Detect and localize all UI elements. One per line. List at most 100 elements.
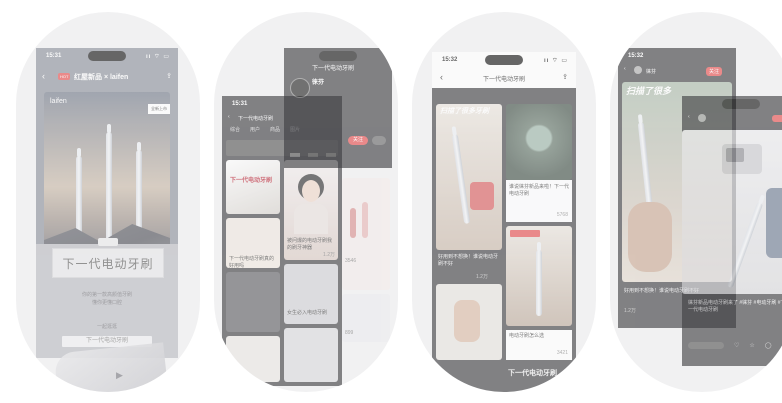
avatar[interactable] xyxy=(698,114,706,122)
follow-button[interactable]: 关注 xyxy=(705,67,722,76)
caption-1: 好用到不想换！谁说电动牙刷不好 xyxy=(438,254,499,267)
screen-1: 15:31 ıı ⌔ ▭ ‹ HOT 红屋新品 × laifen ⇪ laife… xyxy=(36,48,178,358)
tile-caption-card[interactable]: 谁说徕芬新品来啦！下一代电动牙刷 5768 xyxy=(506,180,572,222)
follow-button-front[interactable] xyxy=(772,115,782,122)
back-icon[interactable]: ‹ xyxy=(624,66,626,72)
status-bar: 15:32 xyxy=(618,48,736,64)
feed-banner-tile[interactable]: 下一代电动牙刷 xyxy=(226,160,280,214)
hand-shape xyxy=(628,202,672,272)
tab-users[interactable]: 用户 xyxy=(250,126,260,136)
tab-likes[interactable] xyxy=(326,153,336,157)
feed-product-tile[interactable]: 下一代电动牙刷真的好用吗 xyxy=(226,218,280,268)
avatar[interactable] xyxy=(634,66,642,74)
status-bar xyxy=(682,96,782,112)
toothbrush xyxy=(726,201,764,289)
feed-title: 下一代电动牙刷 xyxy=(238,116,274,122)
comment-input[interactable] xyxy=(688,342,724,349)
brand-header: ‹ HOT 红屋新品 × laifen ⇪ xyxy=(36,66,178,88)
profile-tabs xyxy=(284,150,392,160)
dynamic-island xyxy=(722,99,760,109)
back-icon[interactable]: ‹ xyxy=(228,114,230,120)
hot-badge: HOT xyxy=(58,73,71,80)
red-tag xyxy=(510,230,540,237)
tab-products[interactable]: 商品 xyxy=(270,126,280,136)
tile-brush-2[interactable] xyxy=(506,226,572,326)
post-header: ‹ 徕芬 关注 xyxy=(618,64,736,78)
back-icon[interactable]: ‹ xyxy=(688,114,690,120)
tile-hand[interactable] xyxy=(436,284,502,360)
subtitle-line-1: 你的第一款高颜值牙刷 xyxy=(81,292,132,298)
star-icon[interactable]: ☆ xyxy=(749,342,754,352)
pink-brush-1 xyxy=(350,208,356,238)
feed-tile-6[interactable] xyxy=(284,328,338,382)
post-header: ‹ xyxy=(682,112,782,126)
dynamic-island xyxy=(88,51,126,61)
phone-frame-3: 15:32 ıı ⌔ ▭ ‹ 下一代电动牙刷 ⇪ 扫描了很多牙刷 好用到不想换！… xyxy=(412,12,596,392)
feed-tile-4[interactable]: 女生必入电动牙刷 xyxy=(284,264,338,324)
screen-2-profile: 下一代电动牙刷 徕芬 关注 xyxy=(284,48,392,168)
bottom-banner-text: 下一代电动牙刷 xyxy=(508,370,557,377)
status-time: 15:31 xyxy=(46,53,62,59)
share-icon[interactable]: ⇪ xyxy=(166,72,172,80)
status-icons: ıı ⌔ ▭ xyxy=(146,54,170,60)
status-time: 15:32 xyxy=(628,53,644,59)
tile-brush-heading[interactable]: 扫描了很多牙刷 xyxy=(436,104,502,250)
tab-all[interactable]: 综合 xyxy=(230,126,240,136)
feed-tile-5[interactable] xyxy=(226,336,280,382)
feed-banner-text: 下一代电动牙刷 xyxy=(230,178,273,184)
status-bar: 15:32 ıı ⌔ ▭ xyxy=(432,52,576,68)
status-bar xyxy=(284,48,392,64)
author-name: 徕芬 xyxy=(646,69,657,75)
back-icon[interactable]: ‹ xyxy=(42,71,45,81)
like-count-1: 1.2万 xyxy=(323,252,335,258)
like-count-3: 899 xyxy=(345,330,354,336)
like-count: 1.2万 xyxy=(624,308,636,314)
status-time: 15:32 xyxy=(442,57,458,63)
dynamic-island xyxy=(319,51,357,61)
comment-icon[interactable]: ◯ xyxy=(765,342,772,352)
subtitle-line-2: 懂你更懂口腔 xyxy=(91,300,122,306)
play-icon[interactable]: ▶ xyxy=(116,370,123,381)
pedestal xyxy=(98,238,118,246)
like-count-1: 1.2万 xyxy=(476,274,488,280)
card-brand: laifen xyxy=(50,98,67,105)
hand-shape xyxy=(454,300,480,342)
portrait-face xyxy=(302,180,320,202)
phone-frame-2: 15:31 ‹ 下一代电动牙刷 综合 用户 商品 图片 下一代电动牙刷 被问爆的… xyxy=(214,12,398,392)
avatar[interactable] xyxy=(290,78,310,98)
caption-3: 电动牙刷怎么选 xyxy=(509,333,545,339)
phone-frame-1: 15:31 ıı ⌔ ▭ ‹ HOT 红屋新品 × laifen ⇪ laife… xyxy=(16,12,200,392)
hero-title: 下一代电动牙刷 xyxy=(52,248,164,278)
post-caption-3: 女生必入电动牙刷 xyxy=(287,310,328,316)
post-heading: 扫描了很多 xyxy=(626,86,672,96)
post-caption-2: 下一代电动牙刷真的好用吗 xyxy=(229,256,275,268)
tab-posts[interactable] xyxy=(290,153,300,157)
toothbrush xyxy=(451,134,471,224)
caption-2: 谁说徕芬新品来啦！下一代电动牙刷 xyxy=(509,184,570,197)
dynamic-island xyxy=(485,55,523,65)
profile-name: 徕芬 xyxy=(312,80,325,86)
feed-portrait-tile[interactable]: 被问爆的电动牙刷我的刷牙神器 1.2万 xyxy=(284,160,338,260)
red-cup xyxy=(470,182,494,210)
phone-frame-4: 15:32 ‹ 徕芬 关注 扫描了很多 好用到不想换！谁说电动牙刷不好 1.2万… xyxy=(610,12,782,392)
toothbrush-middle xyxy=(106,124,112,242)
post-caption-1: 被问爆的电动牙刷我的刷牙神器 xyxy=(287,238,333,251)
header-brand: 红屋新品 × laifen xyxy=(74,74,129,81)
post-image-device[interactable] xyxy=(682,130,782,294)
share-icon[interactable]: ⇪ xyxy=(562,73,568,81)
like-count-2: 3546 xyxy=(345,258,357,264)
screen-4-front: ‹ 徕芬新品电动牙刷来了 #徕芬 #电动牙刷 #下一代电动牙刷 ♡ ☆ ◯ xyxy=(682,96,782,366)
action-bar: ♡ ☆ ◯ xyxy=(688,342,782,352)
message-button[interactable] xyxy=(372,136,386,145)
feed-product-tile-right[interactable]: 3546 xyxy=(342,178,390,290)
tab-collections[interactable] xyxy=(308,153,318,157)
tile-caption-card-2[interactable]: 电动牙刷怎么选 3421 xyxy=(506,330,572,360)
follow-button[interactable]: 关注 xyxy=(348,136,368,145)
feed-tile-3[interactable] xyxy=(226,272,280,332)
like-icon[interactable]: ♡ xyxy=(734,342,739,352)
portrait-shirt xyxy=(294,204,328,234)
tile-product-box[interactable] xyxy=(506,104,572,180)
like-count-3: 3421 xyxy=(556,350,568,356)
pink-brush-2 xyxy=(362,202,368,238)
feed-tile-7[interactable]: 899 xyxy=(342,294,390,342)
